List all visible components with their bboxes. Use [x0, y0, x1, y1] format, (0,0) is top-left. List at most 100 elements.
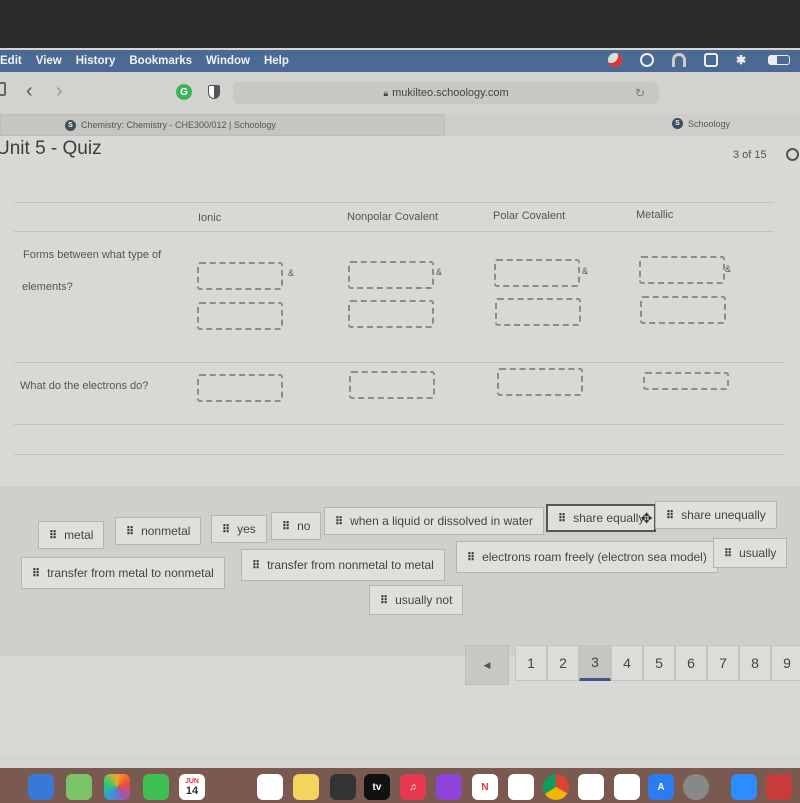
drag-handle-icon: ⠿: [282, 520, 290, 533]
pages-icon[interactable]: [614, 774, 640, 800]
timer-icon[interactable]: [786, 148, 799, 161]
answer-chip-share-equally[interactable]: ⠿ share equally ✥: [546, 504, 657, 532]
question-counter: 3 of 15: [733, 149, 767, 161]
drop-zone-ionic-element-1[interactable]: [197, 262, 283, 290]
page-button-4[interactable]: 4: [611, 645, 643, 681]
address-bar[interactable]: 🔒︎ mukilteo.schoology.com ↻: [233, 82, 659, 104]
drag-handle-icon: ⠿: [126, 525, 134, 538]
menu-window[interactable]: Window: [206, 55, 250, 67]
answer-chip-transfer-metal-to-nonmetal[interactable]: ⠿ transfer from metal to nonmetal: [21, 557, 225, 589]
chrome-icon[interactable]: [543, 774, 569, 800]
answer-chip-usually-not[interactable]: ⠿ usually not: [369, 585, 464, 615]
previous-question-button[interactable]: ◀: [465, 645, 509, 685]
page-title: Unit 5 - Quiz: [0, 138, 102, 159]
page-button-1[interactable]: 1: [515, 645, 547, 681]
divider: [14, 424, 784, 425]
notes-icon[interactable]: [293, 774, 319, 800]
page-button-3-current[interactable]: 3: [579, 645, 611, 681]
chip-label: share unequally: [681, 508, 766, 522]
privacy-shield-icon[interactable]: [208, 85, 220, 99]
page-button-9[interactable]: 9: [771, 645, 800, 681]
drop-zone-metallic-electrons[interactable]: [643, 372, 729, 390]
keynote-icon[interactable]: [508, 774, 534, 800]
menu-view[interactable]: View: [36, 55, 62, 67]
drag-handle-icon: ⠿: [724, 547, 732, 560]
page-button-2[interactable]: 2: [547, 645, 579, 681]
app-store-icon[interactable]: A: [648, 774, 674, 800]
bluetooth-icon[interactable]: ✱: [736, 53, 750, 67]
answer-chip-metal[interactable]: ⠿ metal: [38, 521, 105, 549]
drop-zone-nonpolar-element-2[interactable]: [348, 300, 434, 328]
answer-chip-transfer-nonmetal-to-metal[interactable]: ⠿ transfer from nonmetal to metal: [241, 549, 445, 581]
page-button-6[interactable]: 6: [675, 645, 707, 681]
news-icon[interactable]: N: [472, 774, 498, 800]
sidebar-toggle-icon[interactable]: [0, 82, 6, 96]
battery-icon[interactable]: [768, 55, 790, 65]
drop-zone-nonpolar-electrons[interactable]: [349, 371, 435, 399]
chip-label: no: [297, 519, 311, 533]
zoom-app-icon[interactable]: [731, 774, 757, 800]
podcasts-icon[interactable]: [436, 774, 462, 800]
page-button-5[interactable]: 5: [643, 645, 675, 681]
drag-handle-icon: ⠿: [558, 512, 566, 525]
move-cursor-icon: ✥: [640, 510, 653, 526]
menu-help[interactable]: Help: [264, 55, 289, 67]
answer-chip-nonmetal[interactable]: ⠿ nonmetal: [115, 517, 202, 545]
numbers-icon[interactable]: [578, 774, 604, 800]
reload-icon[interactable]: ↻: [635, 86, 645, 100]
music-icon[interactable]: ♫: [400, 774, 426, 800]
forward-button[interactable]: ›: [56, 80, 63, 103]
drag-handle-icon: ⠿: [49, 529, 57, 542]
drop-zone-ionic-element-2[interactable]: [197, 302, 283, 330]
page-button-7[interactable]: 7: [707, 645, 739, 681]
drop-zone-metallic-element-1[interactable]: [639, 256, 725, 284]
chip-label: transfer from nonmetal to metal: [267, 558, 434, 572]
answer-chip-share-unequally[interactable]: ⠿ share unequally: [655, 501, 777, 529]
tab-chemistry[interactable]: S Chemistry: Chemistry - CHE300/012 | Sc…: [0, 114, 445, 136]
answer-chip-yes[interactable]: ⠿ yes: [211, 515, 267, 543]
maps-icon[interactable]: [66, 774, 92, 800]
system-preferences-icon[interactable]: [683, 774, 709, 800]
lock-icon: 🔒︎: [383, 87, 389, 98]
schoology-favicon-icon: S: [672, 118, 683, 129]
divider: [14, 362, 784, 363]
tab-schoology[interactable]: S Schoology: [672, 118, 730, 129]
drop-zone-metallic-element-2[interactable]: [640, 296, 726, 324]
menu-bar: Edit View History Bookmarks Window Help …: [0, 50, 800, 72]
calendar-icon[interactable]: JUN 14: [179, 774, 205, 800]
calendar-month: JUN: [184, 777, 199, 785]
drop-zone-nonpolar-element-1[interactable]: [348, 261, 434, 289]
divider: [14, 231, 774, 232]
answer-chip-no[interactable]: ⠿ no: [271, 512, 322, 540]
tab-label: Chemistry: Chemistry - CHE300/012 | Scho…: [81, 120, 276, 130]
answer-chip-liquid-or-dissolved[interactable]: ⠿ when a liquid or dissolved in water: [324, 507, 544, 535]
facetime-icon[interactable]: [143, 774, 169, 800]
menu-history[interactable]: History: [76, 55, 116, 67]
drag-handle-icon: ⠿: [335, 515, 343, 528]
grammarly-icon[interactable]: G: [176, 84, 192, 100]
page-button-8[interactable]: 8: [739, 645, 771, 681]
drag-handle-icon: ⠿: [666, 509, 674, 522]
apple-tv-icon[interactable]: tv: [364, 774, 390, 800]
chip-label: metal: [64, 528, 94, 542]
chip-label: transfer from metal to nonmetal: [47, 566, 214, 580]
answer-chip-electron-sea[interactable]: ⠿ electrons roam freely (electron sea mo…: [456, 541, 718, 573]
drop-zone-polar-element-2[interactable]: [495, 298, 581, 326]
record-icon[interactable]: [640, 53, 654, 67]
headphones-icon[interactable]: [672, 53, 686, 67]
reminders-icon[interactable]: [257, 774, 283, 800]
menu-edit[interactable]: Edit: [0, 55, 22, 67]
photos-icon[interactable]: [104, 774, 130, 800]
answer-chip-usually[interactable]: ⠿ usually: [713, 538, 788, 568]
launchpad-icon[interactable]: [330, 774, 356, 800]
drop-zone-ionic-electrons[interactable]: [197, 374, 283, 402]
mail-icon[interactable]: [28, 774, 54, 800]
column-header-polar-covalent: Polar Covalent: [493, 210, 566, 222]
creative-cloud-icon[interactable]: [608, 53, 622, 67]
screen-mirror-icon[interactable]: [704, 53, 718, 67]
menu-bookmarks[interactable]: Bookmarks: [129, 55, 192, 67]
drop-zone-polar-electrons[interactable]: [497, 368, 583, 396]
drop-zone-polar-element-1[interactable]: [494, 259, 580, 287]
photo-booth-icon[interactable]: [766, 774, 792, 800]
back-button[interactable]: ‹: [26, 80, 33, 103]
